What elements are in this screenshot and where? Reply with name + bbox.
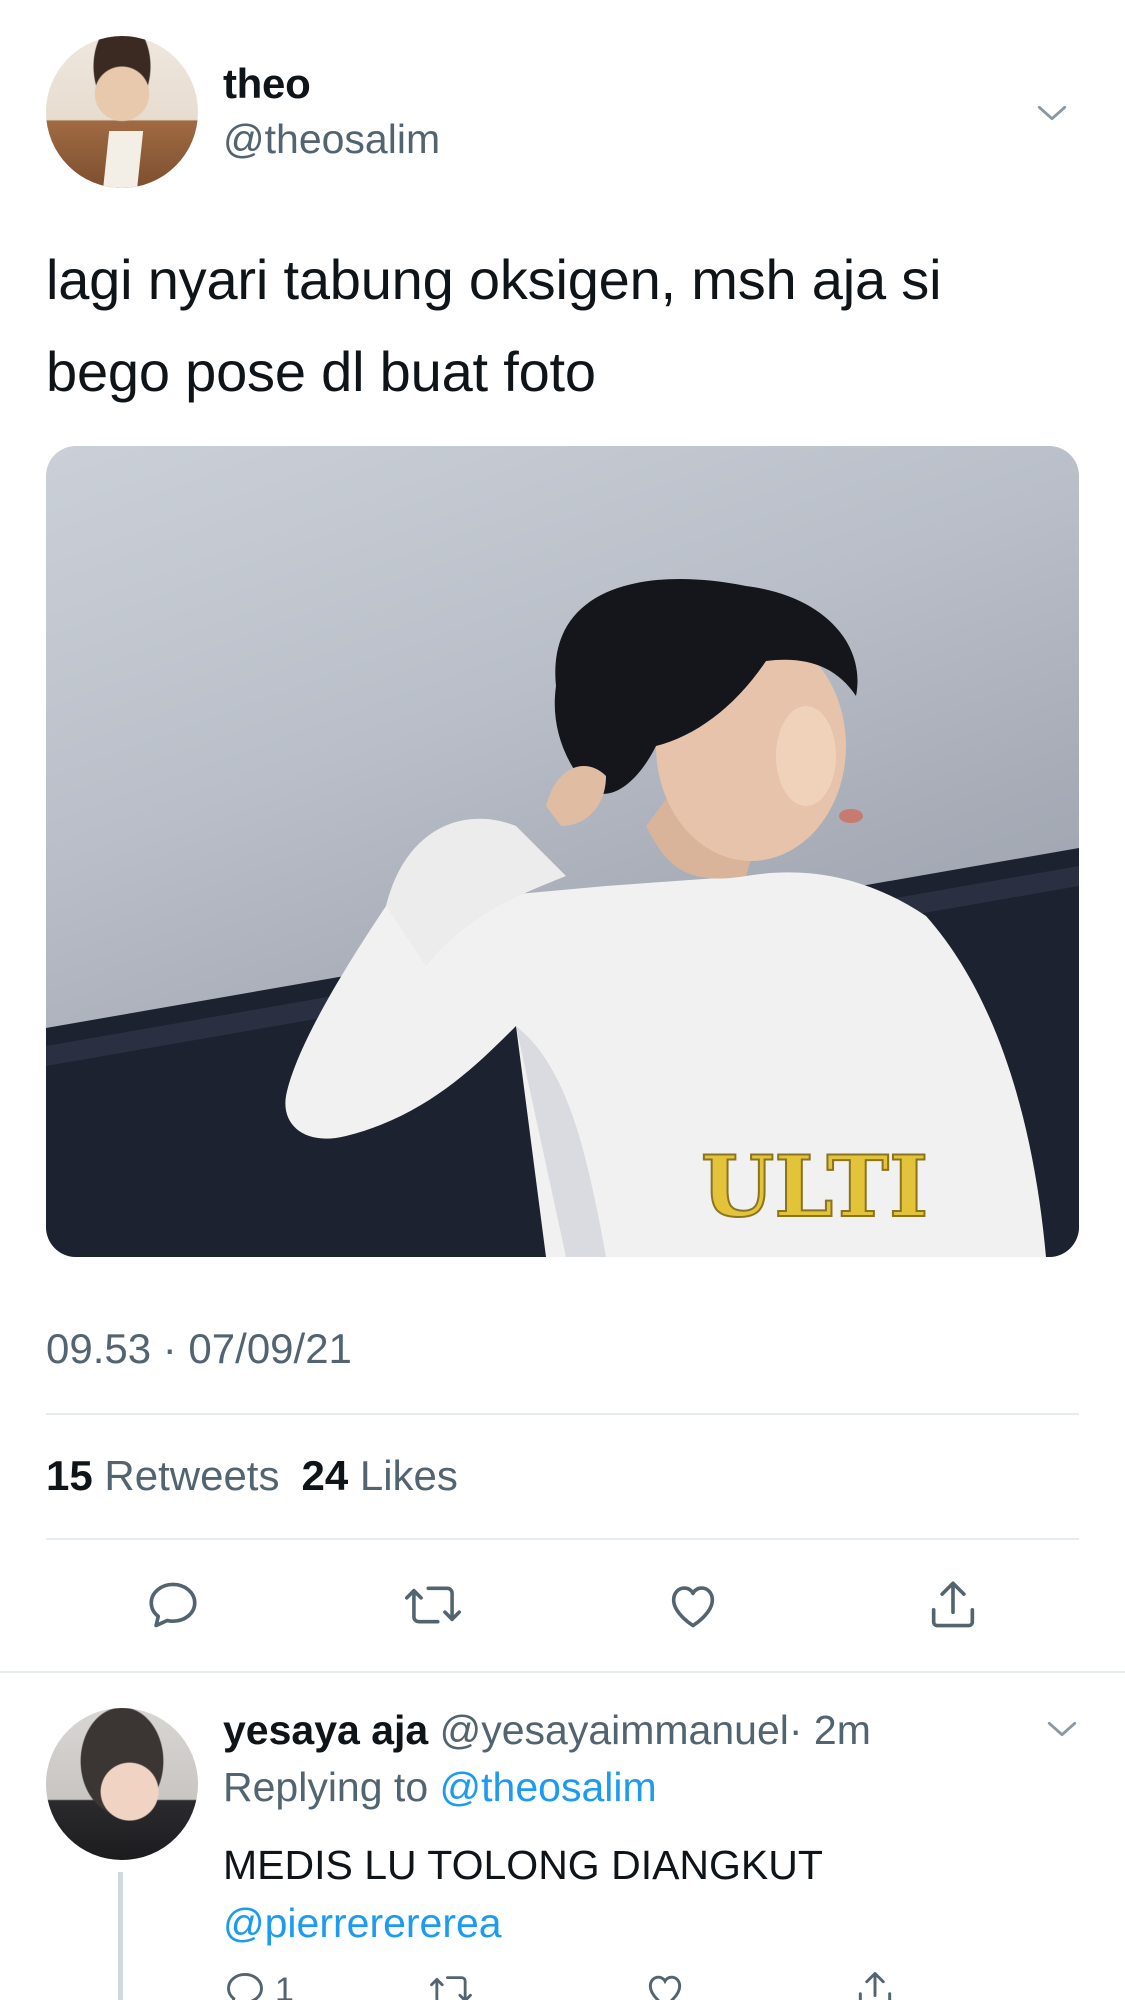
reply-author-name[interactable]: yesaya aja [223,1707,428,1753]
chevron-down-icon[interactable] [1045,1712,1079,1746]
avatar-shirt [102,131,144,188]
reply-time: · 2m [788,1707,871,1753]
reply-author-handle[interactable]: @yesayaimmanuel [440,1707,789,1753]
reply-reply-button[interactable]: 1 [223,1968,294,2000]
reply-icon [149,1582,197,1628]
like-icon [671,1586,715,1628]
reply-header: yesaya aja @yesayaimmanuel· 2m [223,1707,871,1754]
share-icon [931,1581,975,1628]
retweet-button[interactable] [398,1570,468,1640]
divider [46,1413,1079,1415]
reply-count: 1 [275,1970,294,2000]
tweet-timestamp[interactable]: 09.53 · 07/09/21 [46,1325,352,1373]
tweet-detail-page: theo @theosalim lagi nyari tabung oksige… [0,0,1125,2000]
share-button[interactable] [918,1570,988,1640]
reply-text-line: MEDIS LU TOLONG DIANGKUT [223,1842,823,1888]
reply-action-bar: 1 [223,1968,923,2000]
reply-retweet-button[interactable] [428,1968,474,2000]
likes-stat[interactable]: 24 Likes [301,1452,457,1499]
reply-share-button[interactable] [853,1968,897,2000]
retweets-count: 15 [46,1452,93,1499]
tweet-text-line: lagi nyari tabung oksigen, msh aja si [46,248,942,311]
likes-label: Likes [359,1452,458,1499]
tweet-header: theo @theosalim [46,36,1079,188]
author-handle[interactable]: @theosalim [223,116,440,163]
mention-link[interactable]: @pierrererereа [223,1894,823,1952]
section-divider [0,1671,1125,1673]
replying-to: Replying to @theosalim [223,1764,657,1811]
author-avatar[interactable] [46,36,198,188]
retweet-icon [404,1586,462,1624]
like-button[interactable] [658,1570,728,1640]
reply-button[interactable] [138,1570,208,1640]
tweet-action-bar [0,1570,1125,1640]
reply-like-button[interactable] [643,1968,687,2000]
replying-prefix: Replying to [223,1764,429,1810]
reply-author-avatar[interactable] [46,1708,198,1860]
tweet-stats: 15 Retweets 24 Likes [46,1452,458,1500]
author-name[interactable]: theo [223,60,311,108]
divider [46,1538,1079,1540]
reply-text: MEDIS LU TOLONG DIANGKUT @pierrererereа [223,1836,823,1952]
chevron-down-icon[interactable] [1035,96,1069,130]
retweets-stat[interactable]: 15 Retweets [46,1452,279,1499]
likes-count: 24 [301,1452,349,1499]
retweet-icon [430,1976,472,2000]
tweet-photo[interactable]: ULTI [46,446,1079,1257]
shirt-print: ULTI [701,1137,928,1236]
photo-illustration: ULTI [46,579,1079,1257]
reply-icon [227,1972,263,2000]
replying-handle-link[interactable]: @theosalim [440,1764,657,1810]
thread-line [118,1872,123,2000]
like-icon [648,1975,682,2000]
share-icon [858,1972,892,2000]
tweet-text: lagi nyari tabung oksigen, msh aja si be… [46,234,1086,418]
retweets-label: Retweets [104,1452,280,1499]
tweet-text-line: bego pose dl buat foto [46,340,596,403]
